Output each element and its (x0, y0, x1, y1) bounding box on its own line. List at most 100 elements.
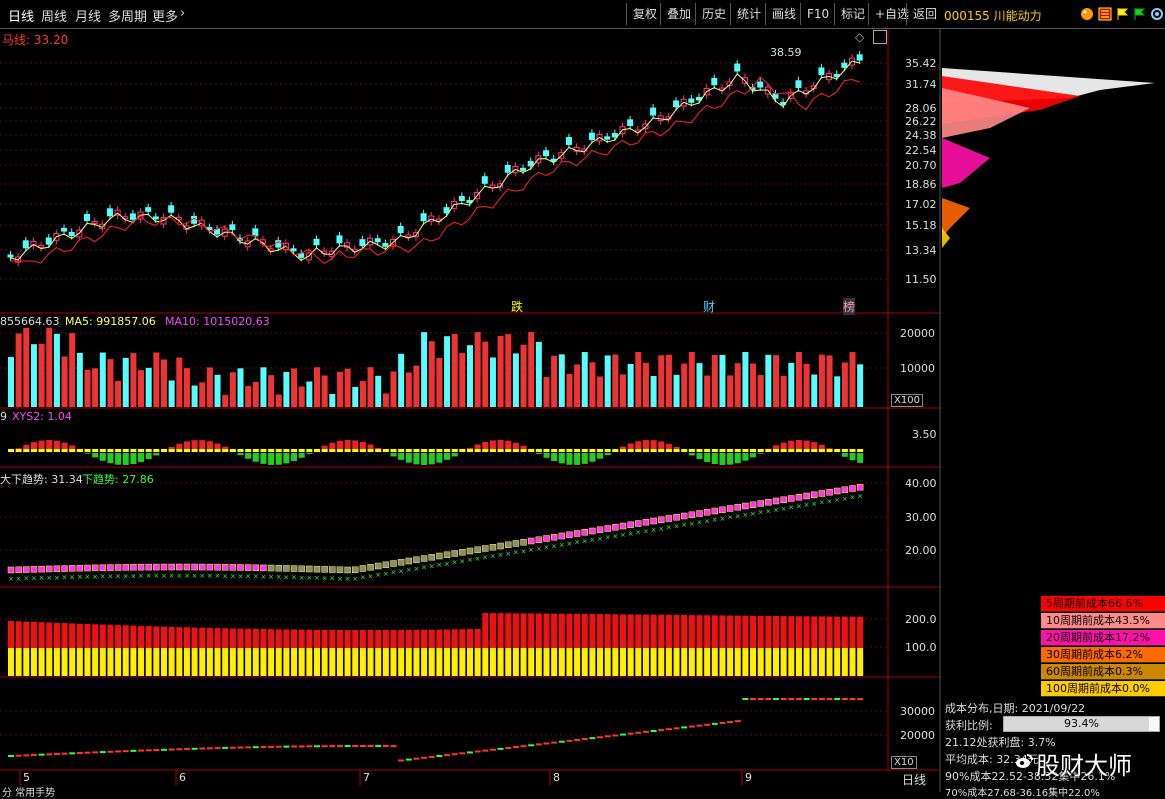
xys-baseline (391, 449, 397, 452)
xys-baseline (421, 449, 427, 452)
diamond-icon[interactable]: ◇ (855, 30, 864, 44)
period-label[interactable]: 日线 (902, 771, 926, 788)
xys-bar-down (276, 453, 282, 465)
bar-yellow (268, 648, 274, 676)
bar-red (123, 625, 129, 648)
volume-bar (314, 367, 320, 407)
marker-bang[interactable]: 榜 (843, 298, 855, 315)
candle (406, 235, 411, 237)
step-line-seg (368, 745, 374, 747)
bar-red (765, 616, 771, 648)
f10-button[interactable]: F10 (800, 3, 835, 25)
xys-baseline (207, 449, 213, 452)
color-palette-icon[interactable] (1080, 7, 1094, 21)
tab-weekly[interactable]: 周线 (41, 6, 67, 25)
xys-baseline (719, 449, 725, 452)
trend-cross: × (475, 555, 481, 563)
green-flag-icon[interactable] (1133, 7, 1147, 21)
bar-yellow (199, 648, 205, 676)
bar-yellow (92, 648, 98, 676)
trend-box (268, 565, 274, 571)
xys-baseline (360, 449, 366, 452)
marker-cai[interactable]: 财 (703, 298, 715, 315)
bar-red (566, 614, 572, 648)
trend-cross: × (459, 557, 465, 565)
trend-box (299, 566, 305, 572)
step-line-seg (16, 755, 22, 757)
xys-bar-down (253, 453, 259, 462)
menu-icon[interactable] (1098, 7, 1112, 21)
step-line-seg (605, 735, 611, 737)
trend-down-label: 下趋势: 27.86 (82, 471, 154, 487)
statistics-button[interactable]: 统计 (730, 3, 767, 25)
bar-red (490, 613, 496, 648)
marker-die[interactable]: 跌 (511, 298, 523, 315)
trend-box (521, 539, 527, 545)
xys-bar-down (291, 453, 297, 461)
bar-red (697, 615, 703, 648)
trend-box (513, 541, 519, 547)
bar-yellow (605, 648, 611, 676)
step-line-seg (253, 746, 259, 748)
xys-baseline (230, 449, 236, 452)
chart-canvas[interactable]: ××××××××××××××××××××××××××××××××××××××××… (0, 28, 1165, 792)
trend-box (345, 567, 351, 573)
trend-box (85, 565, 91, 571)
trend-cross: × (482, 554, 488, 562)
back-button[interactable]: 返回 (906, 3, 943, 25)
bar-red (467, 629, 473, 648)
profit-label: 获利比例: (945, 717, 993, 733)
price-tick: 20.70 (905, 159, 937, 172)
bar-yellow (421, 648, 427, 676)
step-line-seg (811, 698, 817, 700)
bar-yellow (368, 648, 374, 676)
draw-line-button[interactable]: 画线 (765, 3, 802, 25)
step-line-seg (819, 698, 825, 700)
trend-box (413, 557, 419, 563)
bar-red (528, 613, 534, 648)
xys-baseline (146, 449, 152, 452)
trend-box (719, 507, 725, 513)
chevron-right-icon[interactable]: › (180, 6, 185, 21)
history-button[interactable]: 历史 (695, 3, 732, 25)
trend-cross: × (689, 520, 695, 528)
tab-monthly[interactable]: 月线 (75, 6, 101, 25)
flag-icon[interactable] (1116, 7, 1130, 21)
bar-yellow (31, 648, 37, 676)
bar-yellow (322, 648, 328, 676)
candle (360, 240, 365, 246)
step-line-seg (773, 698, 779, 700)
tab-daily[interactable]: 日线 (8, 6, 34, 25)
overlay-button[interactable]: 叠加 (660, 3, 697, 25)
xys-baseline (704, 449, 710, 452)
volume-bar (413, 366, 419, 407)
trend-box (459, 549, 465, 555)
bar-yellow (819, 648, 825, 676)
xys-baseline (628, 449, 634, 452)
window-toggle-icon[interactable] (873, 30, 887, 44)
volume-bar (123, 358, 129, 407)
trend-cross: × (138, 572, 144, 580)
trend-cross: × (23, 575, 29, 583)
trend-box (559, 533, 565, 539)
step-line-seg (842, 698, 848, 700)
trend-box (306, 566, 312, 572)
tab-more[interactable]: 更多 (152, 6, 178, 25)
trend-box (758, 501, 764, 507)
mark-button[interactable]: 标记 (834, 3, 871, 25)
step-line-seg (452, 753, 458, 755)
tab-multi-period[interactable]: 多周期 (108, 6, 147, 25)
bar-red (421, 630, 427, 648)
bar-yellow (146, 648, 152, 676)
fuquan-button[interactable]: 复权 (626, 3, 663, 25)
step-line-seg (360, 745, 366, 747)
bar-red (192, 628, 198, 648)
xys-baseline (299, 449, 305, 452)
settings-icon[interactable] (1150, 7, 1164, 21)
xys-baseline (566, 449, 572, 452)
trend-cross: × (788, 504, 794, 512)
trend-cross: × (368, 572, 374, 580)
xys-bar-down (597, 453, 603, 459)
volume-bar (39, 344, 45, 407)
trend-cross: × (230, 572, 236, 580)
